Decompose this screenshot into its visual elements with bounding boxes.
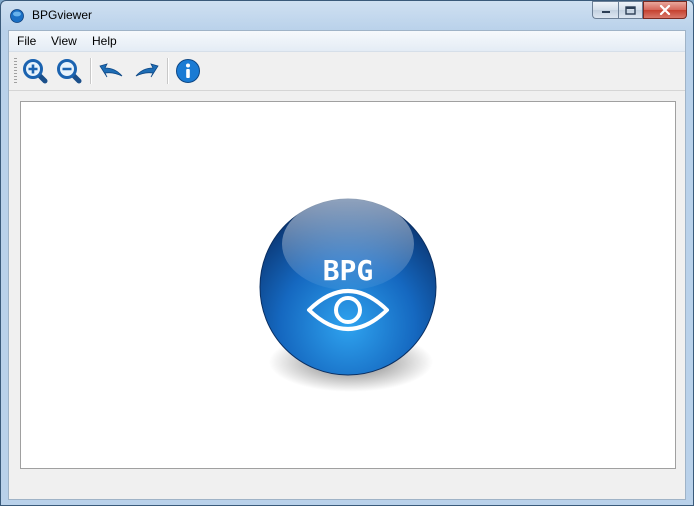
menu-file[interactable]: File bbox=[17, 34, 36, 48]
rotate-right-icon bbox=[135, 63, 159, 78]
rotate-left-button[interactable] bbox=[97, 57, 125, 85]
maximize-button[interactable] bbox=[618, 1, 643, 19]
title-bar[interactable]: BPGviewer bbox=[1, 1, 693, 30]
logo-text: BPG bbox=[323, 254, 374, 287]
info-icon bbox=[176, 59, 200, 83]
close-button[interactable] bbox=[643, 1, 687, 19]
rotate-left-icon bbox=[99, 63, 123, 78]
minimize-icon bbox=[601, 11, 610, 13]
maximize-icon bbox=[625, 5, 636, 15]
zoom-out-icon bbox=[57, 59, 82, 84]
toolbar bbox=[9, 52, 685, 91]
zoom-in-button[interactable] bbox=[21, 57, 49, 85]
app-window: BPGviewer File View Help BPG bbox=[0, 0, 694, 506]
minimize-button[interactable] bbox=[592, 1, 618, 19]
close-icon bbox=[659, 5, 671, 15]
app-icon bbox=[10, 9, 24, 23]
menu-help[interactable]: Help bbox=[92, 34, 117, 48]
menu-view[interactable]: View bbox=[51, 34, 77, 48]
zoom-out-button[interactable] bbox=[55, 57, 83, 85]
client-area: File View Help BPG bbox=[8, 30, 686, 500]
toolbar-separator bbox=[167, 58, 169, 84]
info-button[interactable] bbox=[174, 57, 202, 85]
zoom-in-icon bbox=[23, 59, 48, 84]
menu-bar: File View Help bbox=[9, 31, 685, 52]
rotate-right-button[interactable] bbox=[133, 57, 161, 85]
window-title: BPGviewer bbox=[32, 8, 93, 22]
toolbar-grip[interactable] bbox=[14, 58, 17, 84]
bpg-logo: BPG bbox=[259, 198, 437, 392]
image-canvas[interactable]: BPG bbox=[20, 101, 676, 469]
caption-buttons bbox=[592, 1, 687, 20]
status-bar bbox=[9, 477, 685, 499]
toolbar-separator bbox=[90, 58, 92, 84]
